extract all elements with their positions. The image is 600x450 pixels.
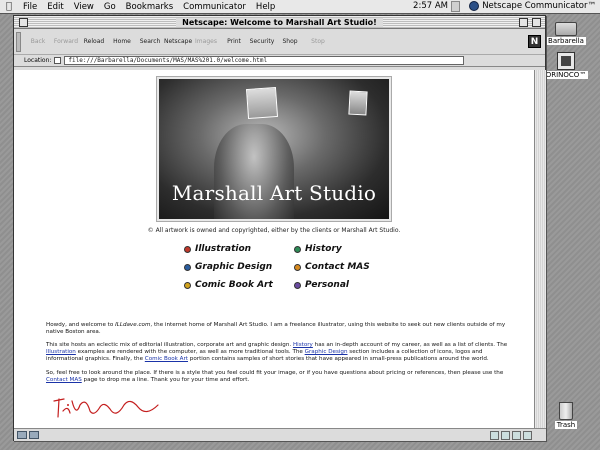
desktop-icon-label: Barbarella [546,37,586,45]
orange-bullet-icon [294,263,301,271]
location-label: Location: [24,57,52,64]
illustration-link[interactable]: Illustration [46,349,76,355]
closing-paragraph: So, feel free to look around the place. … [46,370,516,384]
text-span: So, feel free to look around the place. … [46,370,504,376]
search-button[interactable]: Search [136,38,164,45]
network-card-icon [557,52,575,70]
copyright-notice: © All artwork is owned and copyrighted, … [147,227,401,234]
text-span: This site hosts an eclectic mix of edito… [46,342,293,348]
desktop-icon-label: ORINOCO™ [543,71,589,79]
hero-title: Marshall Art Studio [171,181,377,205]
netscape-button[interactable]: Netscape [164,38,192,45]
menu-view[interactable]: View [69,2,99,12]
close-box-icon[interactable] [19,18,28,27]
back-button[interactable]: Back [24,38,52,45]
stop-button[interactable]: Stop [304,38,332,45]
page-content: Marshall Art Studio © All artwork is own… [14,70,534,428]
security-button[interactable]: Security [248,38,276,45]
text-span: Howdy, and welcome to [46,322,116,328]
nav-illustration[interactable]: Illustration [184,242,294,256]
home-button[interactable]: Home [108,38,136,45]
menu-bar:  File Edit View Go Bookmarks Communicat… [0,0,600,14]
nav-label: Graphic Design [195,262,273,272]
signature-image [53,398,159,418]
forward-button[interactable]: Forward [52,38,80,45]
status-bar [14,428,546,441]
address-book-icon[interactable] [523,431,532,440]
location-bar: Location: file:///Barbarella/Documents/M… [14,55,545,67]
green-bullet-icon [294,245,301,253]
purple-bullet-icon [294,281,301,289]
desktop-icon-label: Trash [554,421,578,429]
yellow-bullet-icon [184,281,191,289]
text-span: portion contains samples of short storie… [188,356,489,362]
text-span: examples are rendered with the computer,… [75,349,305,355]
nav-history[interactable]: History [294,242,404,256]
hard-disk-icon [555,22,577,36]
browser-window: Netscape: Welcome to Marshall Art Studio… [13,15,546,441]
navigator-icon[interactable] [490,431,499,440]
history-link[interactable]: History [293,342,313,348]
nav-graphic-design[interactable]: Graphic Design [184,260,294,274]
hero-image: Marshall Art Studio [157,77,391,221]
comic-book-art-link[interactable]: Comic Book Art [145,356,188,362]
window-title: Netscape: Welcome to Marshall Art Studio… [176,17,383,27]
hero-photo-small [348,90,368,116]
control-strip-icon[interactable] [451,1,460,12]
images-button[interactable]: Images [192,38,220,45]
menu-bookmarks[interactable]: Bookmarks [121,2,179,12]
hero-photo-portrait [245,86,279,120]
shop-button[interactable]: Shop [276,38,304,45]
application-name: Netscape Communicator™ [482,1,596,11]
navigation-toolbar: Back Forward Reload Home Search Netscape… [14,29,545,55]
collapse-box-icon[interactable] [532,18,541,27]
menu-file[interactable]: File [18,2,42,12]
menu-clock[interactable]: 2:57 AM [413,1,448,11]
lock-status-icon[interactable] [17,431,27,439]
connection-status-icon [29,431,39,439]
menu-edit[interactable]: Edit [42,2,68,12]
section-navigation: Illustration History Graphic Design Cont… [184,242,404,292]
text-span: has an in-depth account of my career, as… [312,342,508,348]
nav-label: Personal [305,280,350,290]
apple-menu-icon[interactable]:  [0,1,18,12]
print-button[interactable]: Print [220,38,248,45]
about-paragraph: This site hosts an eclectic mix of edito… [46,342,516,363]
hero-figure-artwork [214,124,294,219]
welcome-paragraph: Howdy, and welcome to ILLdave.com, the i… [46,322,516,336]
site-name: ILLdave.com [115,322,151,328]
reload-button[interactable]: Reload [80,38,108,45]
toolbar-collapse-tab[interactable] [16,32,21,52]
nav-personal[interactable]: Personal [294,278,404,292]
text-span: page to drop me a line. Thank you for yo… [81,377,250,383]
window-title-bar[interactable]: Netscape: Welcome to Marshall Art Studio… [14,16,545,29]
contact-mas-link[interactable]: Contact MAS [46,377,82,383]
netscape-logo-icon[interactable]: N [528,35,541,48]
nav-label: Illustration [195,244,252,254]
application-menu[interactable]: Netscape Communicator™ [469,1,596,11]
menu-help[interactable]: Help [251,2,280,12]
page-proxy-icon[interactable] [54,57,62,64]
menu-go[interactable]: Go [99,2,121,12]
nav-label: History [305,244,342,254]
location-field[interactable]: file:///Barbarella/Documents/MAS/MAS%201… [64,56,465,65]
mail-icon[interactable] [501,431,510,440]
red-bullet-icon [184,245,191,253]
nav-contact-mas[interactable]: Contact MAS [294,260,404,274]
composer-icon[interactable] [512,431,521,440]
nav-comic-book-art[interactable]: Comic Book Art [184,278,294,292]
nav-label: Contact MAS [305,262,370,272]
blue-bullet-icon [184,263,191,271]
netscape-app-icon [469,1,480,11]
zoom-box-icon[interactable] [519,18,528,27]
menu-communicator[interactable]: Communicator [178,2,251,12]
graphic-design-link[interactable]: Graphic Design [305,349,348,355]
trash-icon [559,402,573,420]
nav-label: Comic Book Art [195,280,273,290]
vertical-scrollbar[interactable] [534,70,546,428]
component-bar [490,431,532,440]
